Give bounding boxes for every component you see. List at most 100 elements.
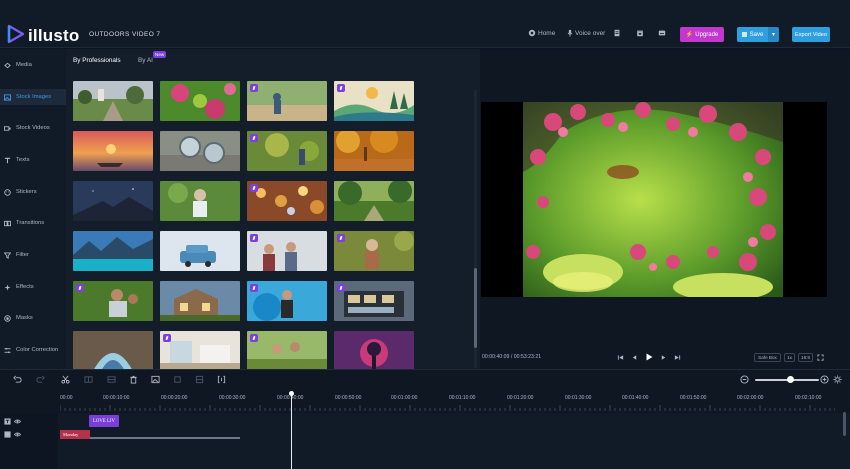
stock-image-thumbnail[interactable] [73, 181, 153, 221]
play-icon[interactable] [645, 353, 653, 361]
video-track-icon[interactable] [4, 431, 11, 438]
speed-selector[interactable]: 1x [784, 353, 795, 362]
sidebar-item-effects[interactable]: Effects [0, 279, 66, 295]
stock-image-thumbnail[interactable] [334, 181, 414, 221]
zoom-out-icon[interactable] [740, 375, 749, 384]
stock-image-thumbnail[interactable] [73, 281, 153, 321]
stock-image-thumbnail[interactable] [73, 231, 153, 271]
sidebar-item-filter[interactable]: Filter [0, 247, 66, 263]
stock-image-thumbnail[interactable] [160, 331, 240, 371]
duplicate-icon[interactable] [107, 375, 116, 384]
eye-icon[interactable] [14, 418, 21, 425]
sidebar-item-label: Stickers [16, 189, 37, 195]
timeline-scrollbar[interactable] [843, 412, 846, 436]
project-title[interactable]: OUTDOORS VIDEO 7 [89, 31, 160, 38]
preview-frame-image[interactable] [523, 102, 783, 297]
stock-image-thumbnail[interactable] [334, 331, 414, 371]
stock-image-thumbnail[interactable] [247, 231, 327, 271]
save-options-dropdown[interactable]: ▾ [768, 27, 779, 42]
safe-box-toggle[interactable]: Safe Box [754, 353, 781, 362]
microphone-icon[interactable] [566, 29, 574, 37]
rewind-icon[interactable] [631, 354, 638, 361]
total-time: 00:53:23:21 [513, 354, 542, 360]
text-clip[interactable]: LOVE LIV [89, 415, 119, 427]
stock-image-thumbnail[interactable] [73, 81, 153, 121]
home-icon[interactable] [528, 29, 536, 37]
upgrade-button[interactable]: ⚡ Upgrade [680, 27, 724, 42]
scissors-icon[interactable] [61, 375, 70, 384]
subtitles-icon[interactable] [658, 29, 666, 37]
sidebar-item-stickers[interactable]: Stickers [0, 184, 66, 200]
lightning-icon: ⚡ [685, 32, 694, 38]
save-button[interactable]: Save [737, 27, 768, 42]
pro-icon [250, 234, 258, 242]
voice-over-link[interactable]: Voice over [575, 30, 605, 37]
ruler-label: 00:00:50:00 [335, 395, 362, 401]
sidebar-item-media[interactable]: Media [0, 57, 66, 73]
ruler-label: 00:01:40:00 [622, 395, 649, 401]
mask-icon [4, 314, 11, 322]
skip-forward-icon[interactable] [674, 354, 681, 361]
zoom-in-icon[interactable] [820, 375, 829, 384]
sidebar-item-color-correction[interactable]: Color Correction [0, 342, 66, 358]
stock-image-thumbnail[interactable] [247, 331, 327, 371]
upgrade-label: Upgrade [695, 31, 719, 38]
title-clip[interactable]: Monday [60, 430, 90, 439]
stock-image-thumbnail[interactable] [160, 231, 240, 271]
stock-image-thumbnail[interactable] [247, 81, 327, 121]
document-icon[interactable] [613, 29, 621, 37]
aspect-ratio-selector[interactable]: 16:9 [798, 353, 813, 362]
eye-icon[interactable] [14, 431, 21, 438]
timeline-toolbar [0, 369, 850, 391]
zoom-slider-handle[interactable] [787, 376, 794, 383]
video-clip-bar[interactable] [90, 437, 240, 439]
stock-image-thumbnail[interactable] [247, 131, 327, 171]
undo-icon[interactable] [13, 375, 22, 384]
redo-icon[interactable] [36, 375, 45, 384]
stock-image-thumbnail[interactable] [334, 281, 414, 321]
split-icon[interactable] [84, 375, 93, 384]
playhead-line[interactable] [291, 393, 292, 469]
skip-back-icon[interactable] [617, 354, 624, 361]
sidebar-item-label: Color Correction [16, 347, 59, 353]
stock-image-thumbnail[interactable] [160, 281, 240, 321]
sidebar-item-stock-videos[interactable]: Stock Videos [0, 120, 66, 136]
sidebar-item-label: Stock Videos [16, 125, 50, 131]
stock-image-thumbnail[interactable] [73, 131, 153, 171]
stock-image-thumbnail[interactable] [160, 131, 240, 171]
panel-scrollbar-thumb[interactable] [474, 268, 477, 348]
stock-image-thumbnail[interactable] [160, 181, 240, 221]
tab-by-professionals[interactable]: By Professionals [73, 57, 121, 64]
ruler-label: 00:01:10:00 [449, 395, 476, 401]
sidebar-item-texts[interactable]: Texts [0, 152, 66, 168]
text-track-icon[interactable] [4, 418, 11, 425]
playhead-handle[interactable] [289, 391, 294, 396]
text-icon [4, 157, 11, 163]
sidebar-item-masks[interactable]: Masks [0, 310, 66, 326]
app-logo-text[interactable]: illusto [28, 26, 79, 46]
stock-image-thumbnail[interactable] [334, 231, 414, 271]
stock-image-thumbnail[interactable] [334, 131, 414, 171]
media-replace-icon[interactable] [151, 375, 160, 384]
calendar-icon[interactable] [636, 29, 644, 37]
tab-by-ai[interactable]: By AI [138, 57, 153, 64]
stock-image-thumbnail[interactable] [247, 181, 327, 221]
stock-image-thumbnail[interactable] [73, 331, 153, 371]
settings-icon[interactable] [833, 375, 842, 384]
code-brackets-icon[interactable] [217, 375, 226, 384]
crop-icon[interactable] [173, 375, 182, 384]
layers-icon[interactable] [195, 375, 204, 384]
stock-image-thumbnail[interactable] [247, 281, 327, 321]
forward-icon[interactable] [660, 354, 667, 361]
ruler-label: 00:01:00:00 [391, 395, 418, 401]
ruler-label: 00:00 [60, 395, 73, 401]
stock-image-thumbnail[interactable] [334, 81, 414, 121]
stock-image-thumbnail[interactable] [160, 81, 240, 121]
home-link[interactable]: Home [538, 30, 555, 37]
trash-icon[interactable] [129, 375, 138, 384]
sidebar-item-stock-images[interactable]: Stock Images [0, 89, 66, 105]
export-video-button[interactable]: Export Video [792, 27, 830, 42]
sidebar-item-transitions[interactable]: Transitions [0, 215, 66, 231]
media-icon [4, 62, 11, 68]
fullscreen-icon[interactable] [817, 354, 824, 361]
